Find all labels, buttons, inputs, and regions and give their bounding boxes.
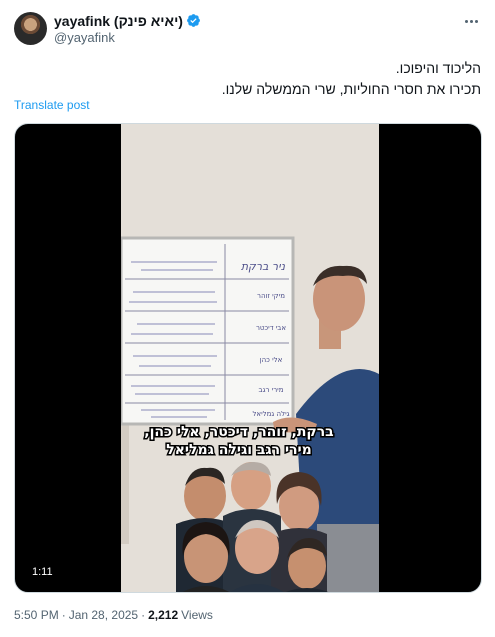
author-handle[interactable]: @yayafink (54, 30, 115, 45)
post-header: yayafink (יאיא פינק) @yayafink (14, 12, 481, 46)
board-name-3: אלי כהן (260, 356, 283, 364)
board-name-4: מירי רגב (259, 386, 284, 394)
more-options-icon[interactable] (461, 12, 481, 30)
video-player[interactable]: ניר ברקת מיקי זוהר אבי דיכטר אלי כהן מיר… (14, 123, 482, 593)
author-name-line[interactable]: yayafink (יאיא פינק) (54, 12, 201, 29)
views-count: 2,212 (148, 608, 179, 622)
post-text-line-2: תכירו את חסרי החוליות, שרי הממשלה שלנו. (221, 81, 481, 97)
meta-separator: · (61, 608, 66, 622)
post-time[interactable]: 5:50 PM (14, 608, 59, 622)
meta-separator: · (141, 608, 146, 622)
post-text: הליכוד והיפוכו. תכירו את חסרי החוליות, ש… (14, 58, 481, 100)
video-still: ניר ברקת מיקי זוהר אבי דיכטר אלי כהן מיר… (121, 124, 379, 592)
author-avatar[interactable] (14, 12, 47, 45)
translate-post-link[interactable]: Translate post (14, 98, 90, 112)
subtitle-line-2: מירי רגב וגילה גמליאל (166, 442, 312, 458)
views-label: Views (181, 608, 213, 622)
verified-badge-icon (187, 14, 200, 27)
post-date[interactable]: Jan 28, 2025 (69, 608, 138, 622)
video-frame: ניר ברקת מיקי זוהר אבי דיכטר אלי כהן מיר… (121, 124, 379, 592)
board-name-5: גילה גמליאל (252, 410, 289, 418)
board-name-2: אבי דיכטר (256, 324, 286, 332)
video-duration: 1:11 (27, 564, 58, 580)
board-name-1: מיקי זוהר (257, 292, 285, 300)
board-header: ניר ברקת (241, 260, 286, 273)
author-display-name[interactable]: yayafink (יאיא פינק) (54, 13, 183, 29)
subtitle-line-1: ברקת, זוהר, דיכטר, אלי כהן, (144, 424, 333, 440)
post-text-line-1: הליכוד והיפוכו. (395, 60, 481, 76)
whiteboard: ניר ברקת מיקי זוהר אבי דיכטר אלי כהן מיר… (121, 236, 295, 426)
post-meta: 5:50 PM · Jan 28, 2025 · 2,212 Views (14, 608, 213, 622)
